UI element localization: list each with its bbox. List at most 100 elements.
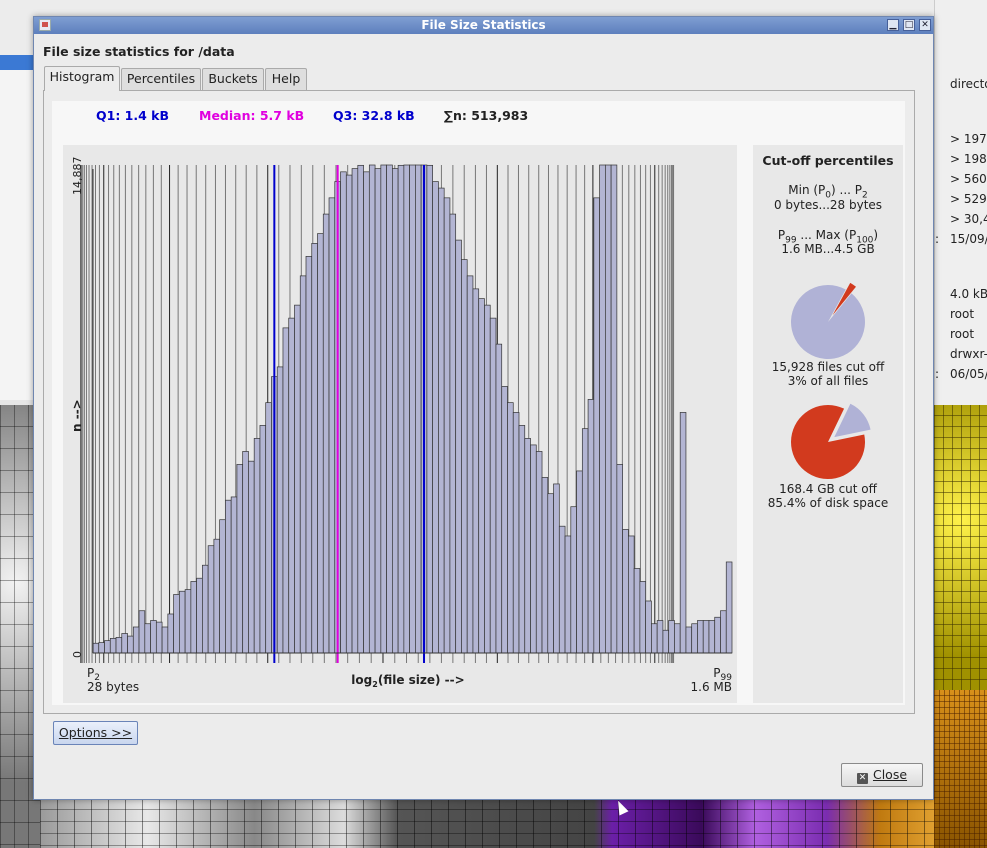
xlabel-part: (file size) --> xyxy=(378,673,465,687)
options-button[interactable]: Options >> xyxy=(53,721,138,745)
histogram-bar xyxy=(697,620,704,654)
treemap-bottom[interactable] xyxy=(40,798,934,848)
histogram-bar xyxy=(668,620,675,654)
background-tree-selection xyxy=(0,55,33,70)
histogram-bar xyxy=(725,561,733,654)
tab-label: Histogram xyxy=(49,69,115,84)
histogram-bar xyxy=(138,610,146,654)
histogram-bar xyxy=(340,171,347,654)
tab-buckets[interactable]: Buckets xyxy=(202,68,264,90)
maximize-icon[interactable]: □ xyxy=(903,19,915,31)
histogram-bar xyxy=(374,168,382,654)
min-label-part: ) ... P xyxy=(831,183,863,197)
histogram-bar xyxy=(345,174,353,654)
histogram-bar xyxy=(242,451,249,654)
min-range-value: 0 bytes...28 bytes xyxy=(773,198,883,212)
close-button-label: Close xyxy=(872,767,908,782)
histogram-bar xyxy=(282,327,290,654)
disk-cutoff-percent: 85.4% of disk space xyxy=(767,496,889,510)
histogram-bar xyxy=(645,600,652,654)
max-label-part: ) xyxy=(873,228,879,242)
files-cutoff-text: 15,928 files cut off xyxy=(771,360,885,374)
tab-percentiles[interactable]: Percentiles xyxy=(121,68,201,90)
histogram-bar xyxy=(351,168,359,654)
tab-help[interactable]: Help xyxy=(265,68,307,90)
histogram-bar xyxy=(294,304,301,654)
histogram-chart: 14,887 0 n --> P2 28 bytes P99 1.6 MB lo… xyxy=(63,145,737,703)
close-icon[interactable]: ✕ xyxy=(919,19,931,31)
histogram-bar xyxy=(184,589,192,654)
histogram-bar xyxy=(357,164,364,654)
files-cutoff-pie xyxy=(790,282,865,359)
disk-cutoff-text: 168.4 GB cut off xyxy=(779,482,877,496)
histogram-bar xyxy=(144,623,151,654)
histogram-bar xyxy=(403,164,410,654)
histogram-bar xyxy=(507,402,514,654)
files-pie-slice-kept xyxy=(790,284,865,359)
histogram-bar xyxy=(720,610,727,654)
histogram-bar xyxy=(461,259,468,654)
details-size: 4.0 kB xyxy=(950,287,987,301)
tab-label: Percentiles xyxy=(126,71,196,86)
min-label-part: Min (P xyxy=(788,183,826,197)
histogram-view: Q1: 1.4 kB Median: 5.7 kB Q3: 32.8 kB ∑n… xyxy=(52,101,905,705)
histogram-bar xyxy=(207,545,215,654)
histogram-bar xyxy=(679,412,687,654)
histogram-bar xyxy=(409,164,416,654)
histogram-bar xyxy=(512,412,520,654)
histogram-bar xyxy=(196,577,203,654)
close-button[interactable]: ✕ Close xyxy=(841,763,923,787)
histogram-bar xyxy=(98,642,105,654)
disk-cutoff-pie xyxy=(791,403,871,480)
histogram-bar xyxy=(541,477,549,654)
histogram-bar xyxy=(587,399,595,654)
tab-histogram[interactable]: Histogram xyxy=(44,66,120,91)
histogram-bar xyxy=(109,638,117,654)
q1-stat: Q1: 1.4 kB xyxy=(96,108,170,123)
histogram-bar xyxy=(443,197,451,654)
histogram-bar xyxy=(190,581,197,654)
minimize-icon[interactable]: ▁ xyxy=(887,19,899,31)
histogram-bar xyxy=(702,620,710,654)
histogram-bar xyxy=(616,464,623,654)
histogram-bar xyxy=(633,568,641,654)
histogram-bar xyxy=(397,164,405,654)
histogram-bar xyxy=(317,233,324,654)
histogram-bar xyxy=(622,529,629,654)
histogram-bar xyxy=(495,343,503,654)
histogram-bar xyxy=(225,499,232,654)
histogram-svg: 14,887 0 n --> P2 28 bytes P99 1.6 MB lo… xyxy=(70,157,733,694)
histogram-bar xyxy=(478,298,485,654)
max-range-value: 1.6 MB...4.5 GB xyxy=(781,242,875,256)
p-label: P xyxy=(87,666,94,680)
histogram-bar xyxy=(656,620,664,654)
histogram-bar xyxy=(213,538,220,654)
y-tick-top: 14,887 xyxy=(71,157,84,196)
histogram-bar xyxy=(265,402,272,654)
details-user: root xyxy=(950,307,975,321)
histogram-bar xyxy=(593,197,600,654)
y-axis-label: n --> xyxy=(70,399,84,432)
file-size-statistics-dialog: File Size Statistics ▁ □ ✕ File size sta… xyxy=(33,16,934,800)
histogram-bar xyxy=(380,164,387,654)
treemap-right-yellow[interactable] xyxy=(934,405,987,690)
histogram-bar xyxy=(132,626,140,654)
histogram-bar xyxy=(276,366,284,654)
x-axis-label: log2(file size) --> xyxy=(351,673,464,689)
histogram-bar xyxy=(178,590,186,654)
histogram-bar xyxy=(219,519,226,654)
details-colon: : xyxy=(935,367,940,381)
treemap-right-orange[interactable] xyxy=(934,690,987,848)
histogram-bar xyxy=(449,213,457,654)
y-tick-bottom: 0 xyxy=(71,651,84,658)
dialog-heading: File size statistics for /data xyxy=(43,44,235,59)
histogram-bar xyxy=(415,164,422,654)
histogram-bar xyxy=(438,187,445,654)
xlabel-part: log xyxy=(351,673,372,687)
title-bar[interactable]: File Size Statistics ▁ □ ✕ xyxy=(34,17,933,34)
histogram-bar xyxy=(472,288,480,654)
details-group: root xyxy=(950,327,975,341)
details-row: > 529 xyxy=(950,192,987,206)
histogram-bar xyxy=(489,317,497,654)
histogram-bar xyxy=(311,242,318,654)
